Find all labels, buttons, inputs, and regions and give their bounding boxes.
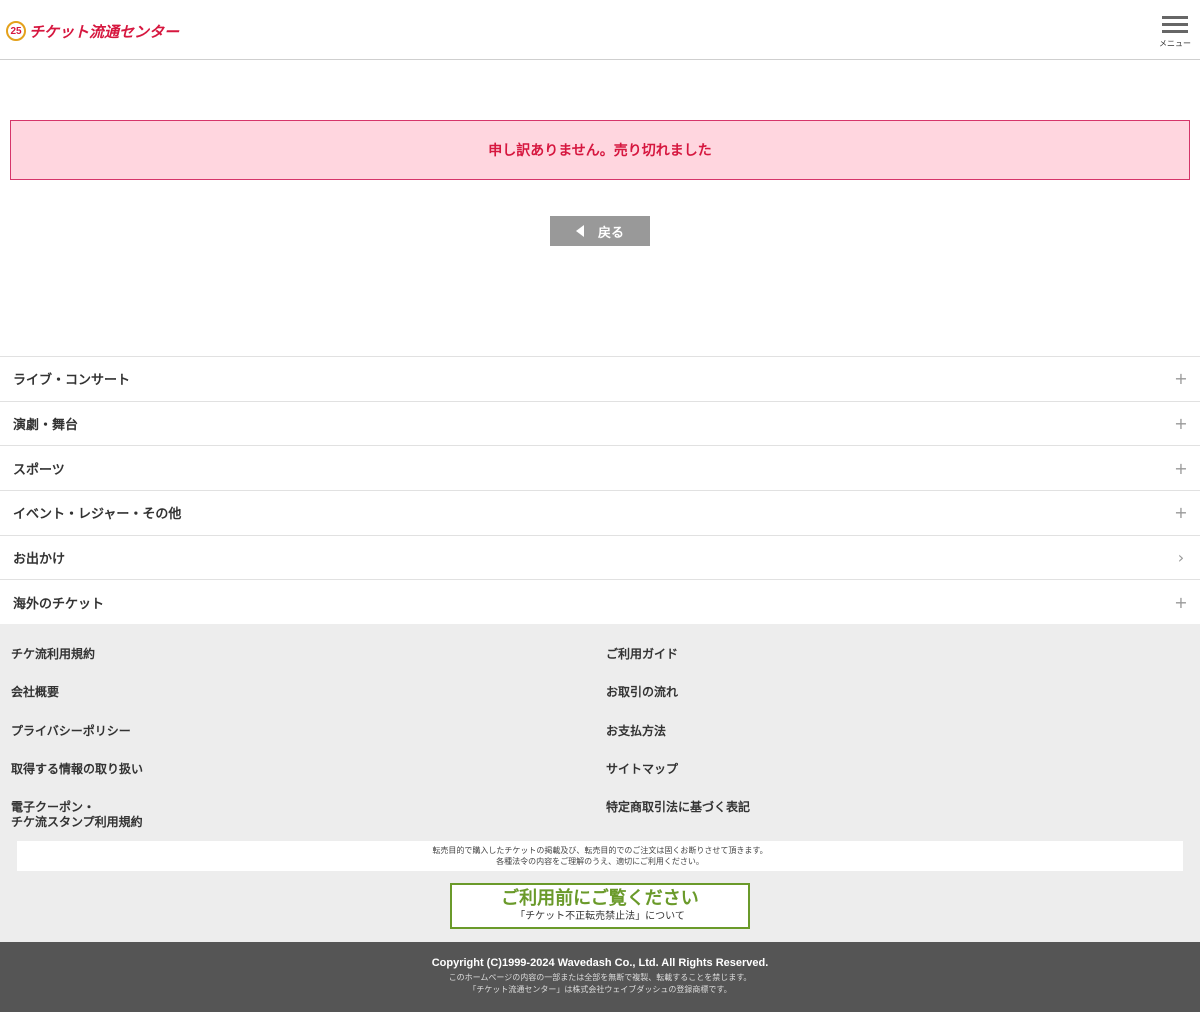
footer-link-coupon-line1: 電子クーポン・: [11, 800, 96, 814]
category-label: イベント・レジャー・その他: [13, 507, 182, 523]
notice-line1: 転売目的で購入したチケットの掲載及び、転売目的でのご注文は固くお断りさせて頂きま…: [432, 846, 768, 855]
back-arrow-icon: [575, 225, 584, 237]
hamburger-icon-bar: [1162, 30, 1188, 33]
footer-link-flow[interactable]: お取引の流れ: [606, 685, 678, 700]
menu-label: メニュー: [1159, 39, 1191, 48]
hamburger-icon: [1162, 16, 1188, 19]
category-label: スポーツ: [13, 462, 65, 478]
resale-notice: 転売目的で購入したチケットの掲載及び、転売目的でのご注文は固くお断りさせて頂きま…: [17, 841, 1183, 871]
footer-link-commerce-law[interactable]: 特定商取引法に基づく表記: [606, 800, 750, 815]
plus-icon: +: [1174, 592, 1188, 612]
category-item-live[interactable]: ライブ・コンサート +: [0, 357, 1200, 402]
plus-icon: +: [1174, 503, 1188, 523]
category-list: ライブ・コンサート + 演劇・舞台 + スポーツ + イベント・レジャー・その他…: [0, 356, 1200, 626]
category-item-theater[interactable]: 演劇・舞台 +: [0, 401, 1200, 447]
footer-link-privacy[interactable]: プライバシーポリシー: [11, 724, 131, 739]
back-button[interactable]: 戻る: [550, 216, 650, 246]
chevron-right-icon: ›: [1177, 548, 1185, 568]
banner-title: ご利用前にご覧ください: [501, 888, 699, 909]
category-label: 海外のチケット: [13, 596, 105, 612]
footer-link-terms[interactable]: チケ流利用規約: [11, 647, 95, 662]
resale-law-banner[interactable]: ご利用前にご覧ください 「チケット不正転売禁止法」について: [450, 883, 750, 929]
category-label: ライブ・コンサート: [13, 373, 131, 389]
category-item-sports[interactable]: スポーツ +: [0, 446, 1200, 492]
footer-link-company[interactable]: 会社概要: [11, 685, 59, 700]
logo-text: チケット流通センター: [29, 22, 180, 41]
copyright-note-line1: このホームページの内容の一部または全部を無断で複製、転載することを禁じます。: [448, 973, 752, 982]
category-item-events[interactable]: イベント・レジャー・その他 +: [0, 491, 1200, 536]
copyright-bar: Copyright (C)1999-2024 Wavedash Co., Ltd…: [0, 942, 1200, 1012]
category-item-overseas[interactable]: 海外のチケット +: [0, 580, 1200, 626]
category-label: お出かけ: [13, 552, 66, 568]
plus-icon: +: [1174, 369, 1188, 389]
plus-icon: +: [1174, 458, 1188, 478]
banner-subtitle: 「チケット不正転売禁止法」について: [515, 911, 685, 922]
copyright-note: このホームページの内容の一部または全部を無断で複製、転載することを禁じます。 「…: [0, 972, 1200, 996]
footer-link-data-handling[interactable]: 取得する情報の取り扱い: [11, 762, 143, 777]
site-header: 25 チケット流通センター メニュー: [0, 0, 1200, 60]
footer-link-coupon-line2: チケ流スタンプ利用規約: [11, 815, 143, 829]
back-button-label: 戻る: [597, 225, 624, 241]
notice-line2: 各種法令の内容をご理解のうえ、適切にご利用ください。: [496, 857, 704, 866]
footer-link-coupon-terms[interactable]: 電子クーポン・ チケ流スタンプ利用規約: [11, 800, 143, 830]
footer-link-payment[interactable]: お支払方法: [606, 724, 666, 739]
sold-out-alert: 申し訳ありません。売り切れました: [10, 120, 1190, 180]
plus-icon: +: [1174, 414, 1188, 434]
copyright-text: Copyright (C)1999-2024 Wavedash Co., Ltd…: [431, 957, 769, 969]
hamburger-icon-bar: [1162, 23, 1188, 26]
menu-button[interactable]: メニュー: [1158, 14, 1192, 48]
alert-message: 申し訳ありません。売り切れました: [488, 143, 712, 159]
category-label: 演劇・舞台: [13, 418, 79, 434]
footer-link-sitemap[interactable]: サイトマップ: [606, 762, 678, 777]
copyright-note-line2: 「チケット流通センター」は株式会社ウェイブダッシュの登録商標です。: [468, 985, 732, 994]
category-item-outing[interactable]: お出かけ ›: [0, 535, 1200, 581]
anniversary-badge-icon: 25: [6, 21, 26, 41]
footer-link-guide[interactable]: ご利用ガイド: [606, 647, 678, 662]
site-logo[interactable]: 25 チケット流通センター: [6, 19, 179, 43]
